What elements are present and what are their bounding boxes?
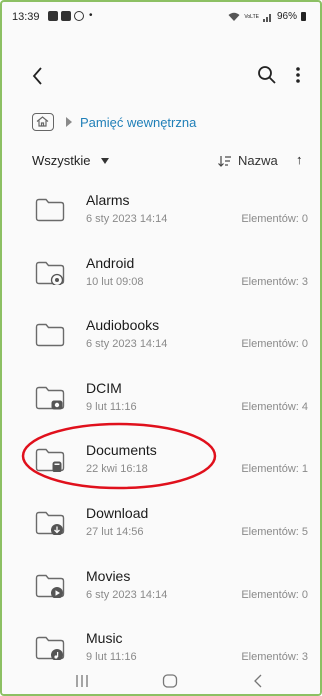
folder-icon (35, 574, 65, 598)
status-right: VoLTE 96% (228, 11, 306, 22)
file-date: 6 sty 2023 14:14 (86, 213, 168, 225)
file-name: Android (86, 254, 135, 271)
folder-icon (35, 386, 65, 410)
file-count: Elementów: 4 (241, 400, 308, 413)
sort-bar: Wszystkie Nazwa ↑ (2, 152, 320, 172)
folder-badge-gear-icon (50, 273, 64, 285)
file-row-android[interactable]: Android 10 lut 09:08 Elementów: 3 (2, 249, 320, 312)
file-date: 9 lut 11:16 (86, 400, 137, 413)
status-bar: 13:39 • VoLTE 96% (2, 2, 320, 30)
battery-percent: 96% (276, 11, 297, 22)
folder-badge-document-icon (52, 461, 62, 473)
file-row-documents[interactable]: Documents 22 kwi 16:18 Elementów: 1 (2, 436, 320, 499)
sort-lines-icon (218, 155, 231, 167)
wifi-icon (228, 12, 240, 21)
file-date: 10 lut 09:08 (86, 275, 144, 288)
file-name: DCIM (86, 379, 122, 396)
nav-home-icon[interactable] (162, 674, 178, 688)
file-name: Movies (86, 567, 131, 584)
file-count: Elementów: 0 (241, 213, 308, 225)
file-row-alarms[interactable]: Alarms 6 sty 2023 14:14 Elementów: 0 (2, 186, 320, 249)
sort-direction-icon[interactable]: ↑ (296, 152, 303, 167)
more-vert-icon[interactable] (292, 64, 304, 86)
sync-notification-icon (74, 10, 84, 21)
status-notification-icons: • (48, 10, 93, 21)
file-date: 27 lut 14:56 (86, 525, 144, 538)
app-bar (2, 58, 320, 94)
file-count: Elementów: 0 (241, 338, 308, 351)
search-icon[interactable] (256, 64, 278, 86)
volte-label: VoLTE (244, 13, 259, 20)
folder-icon (35, 636, 65, 661)
file-count: Elementów: 0 (241, 588, 308, 601)
file-row-movies[interactable]: Movies 6 sty 2023 14:14 Elementów: 0 (2, 562, 320, 625)
file-row-audiobooks[interactable]: Audiobooks 6 sty 2023 14:14 Elementów: 0 (2, 311, 320, 374)
home-icon[interactable] (32, 113, 54, 131)
folder-icon (35, 511, 65, 535)
file-date: 6 sty 2023 14:14 (86, 338, 168, 351)
file-name: Documents (86, 442, 157, 459)
file-date: 22 kwi 16:18 (86, 463, 148, 476)
file-name: Alarms (86, 192, 130, 208)
screenshot-frame: 13:39 • VoLTE 96% Pamięć wewnętrzna Wszy… (0, 0, 322, 696)
breadcrumb: Pamięć wewnętrzna (32, 112, 196, 132)
app-notification-icon (61, 10, 71, 21)
breadcrumb-separator-icon (66, 117, 72, 127)
signal-icon (262, 13, 271, 22)
recent-apps-icon[interactable] (74, 674, 90, 688)
file-row-dcim[interactable]: DCIM 9 lut 11:16 Elementów: 4 (2, 374, 320, 437)
folder-icon (35, 449, 65, 473)
file-name: Download (86, 504, 149, 521)
file-date: 9 lut 11:16 (86, 651, 137, 664)
status-time: 13:39 (12, 11, 40, 23)
sort-label: Nazwa (238, 153, 278, 168)
folder-badge-play-icon (51, 586, 63, 598)
navigation-bar (2, 666, 320, 694)
file-name: Audiobooks (86, 317, 160, 334)
file-row-download[interactable]: Download 27 lut 14:56 Elementów: 5 (2, 499, 320, 562)
nav-back-icon[interactable] (252, 674, 264, 688)
folder-icon (35, 323, 65, 347)
folder-icon (35, 198, 65, 222)
filter-label: Wszystkie (32, 153, 91, 168)
folder-icon (35, 261, 65, 285)
folder-badge-music-icon (51, 649, 63, 661)
battery-icon (301, 12, 306, 21)
file-count: Elementów: 3 (241, 275, 308, 288)
filter-dropdown[interactable]: Wszystkie (32, 153, 109, 168)
folder-badge-camera-icon (51, 400, 63, 410)
file-name: Music (86, 630, 123, 647)
file-count: Elementów: 5 (241, 525, 308, 538)
file-count: Elementów: 1 (241, 463, 308, 476)
dropdown-caret-icon (100, 157, 109, 164)
sort-by-button[interactable]: Nazwa (218, 153, 278, 168)
breadcrumb-current[interactable]: Pamięć wewnętrzna (80, 115, 196, 130)
file-list: Alarms 6 sty 2023 14:14 Elementów: 0 Androi… (2, 186, 320, 687)
folder-badge-download-icon (51, 523, 63, 535)
more-notifications-dot: • (89, 10, 93, 21)
back-arrow-icon[interactable] (26, 64, 50, 88)
file-date: 6 sty 2023 14:14 (86, 588, 168, 601)
file-count: Elementów: 3 (241, 651, 308, 664)
gallery-notification-icon (48, 10, 58, 21)
